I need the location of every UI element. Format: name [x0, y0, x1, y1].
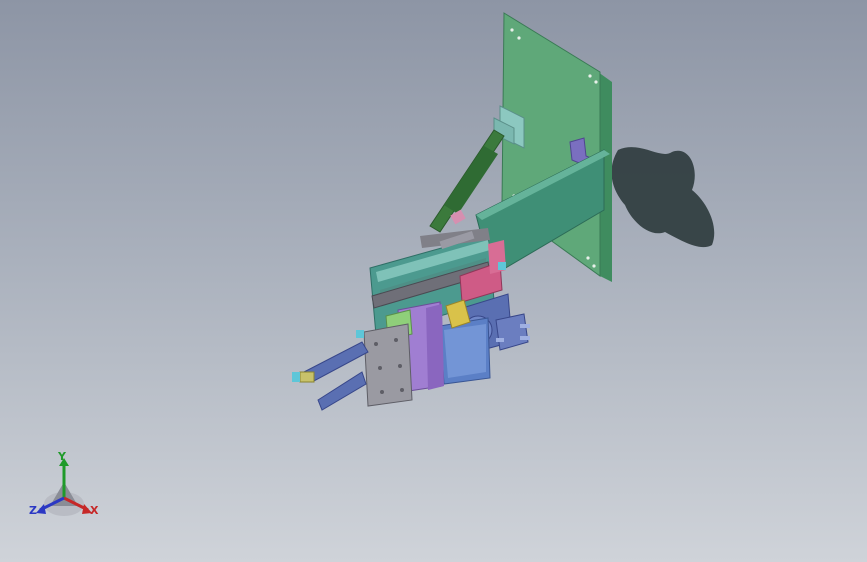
triad-y-label: Y	[58, 450, 66, 463]
blue-cylinder-block[interactable]	[439, 317, 491, 385]
triad-z-label: Z	[29, 504, 37, 517]
orientation-triad: Y Z X	[26, 448, 106, 524]
model-shadow	[611, 147, 715, 248]
gray-guide-plate[interactable]	[363, 323, 413, 407]
triad-x-label: X	[90, 504, 99, 517]
assembly-model[interactable]	[0, 0, 867, 562]
model-viewport[interactable]: Y Z X	[0, 0, 867, 562]
gripper-fingers[interactable]	[299, 341, 369, 411]
